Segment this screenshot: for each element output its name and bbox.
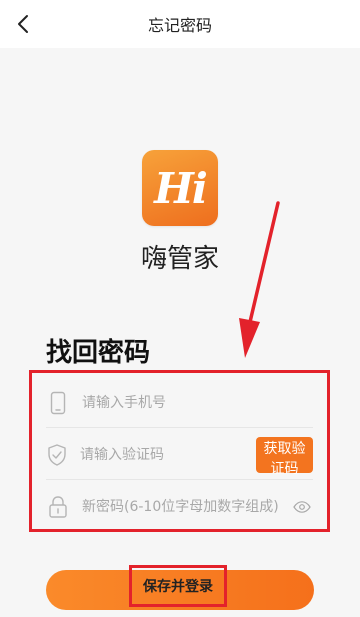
password-row [46,481,313,533]
divider [46,427,313,428]
header-bar: 忘记密码 [0,0,360,48]
app-name: 嗨管家 [140,244,219,274]
phone-icon [46,391,70,415]
shield-check-icon [46,443,68,467]
logo-text: Hi [154,163,208,213]
code-row: 获取验证码 [46,429,313,481]
app-logo: Hi [142,150,218,226]
new-password-input[interactable] [80,491,291,523]
phone-row [46,377,313,429]
divider [46,479,313,480]
form-highlight-box: 获取验证码 [29,370,330,532]
save-label-highlight[interactable]: 保存并登录 [129,565,227,607]
section-title: 找回密码 [46,338,151,368]
eye-icon[interactable] [291,496,313,518]
page-title: 忘记密码 [147,16,212,35]
verification-code-input[interactable] [78,439,256,471]
lock-icon [46,495,70,519]
get-code-button[interactable]: 获取验证码 [256,437,313,477]
phone-input[interactable] [80,387,313,419]
